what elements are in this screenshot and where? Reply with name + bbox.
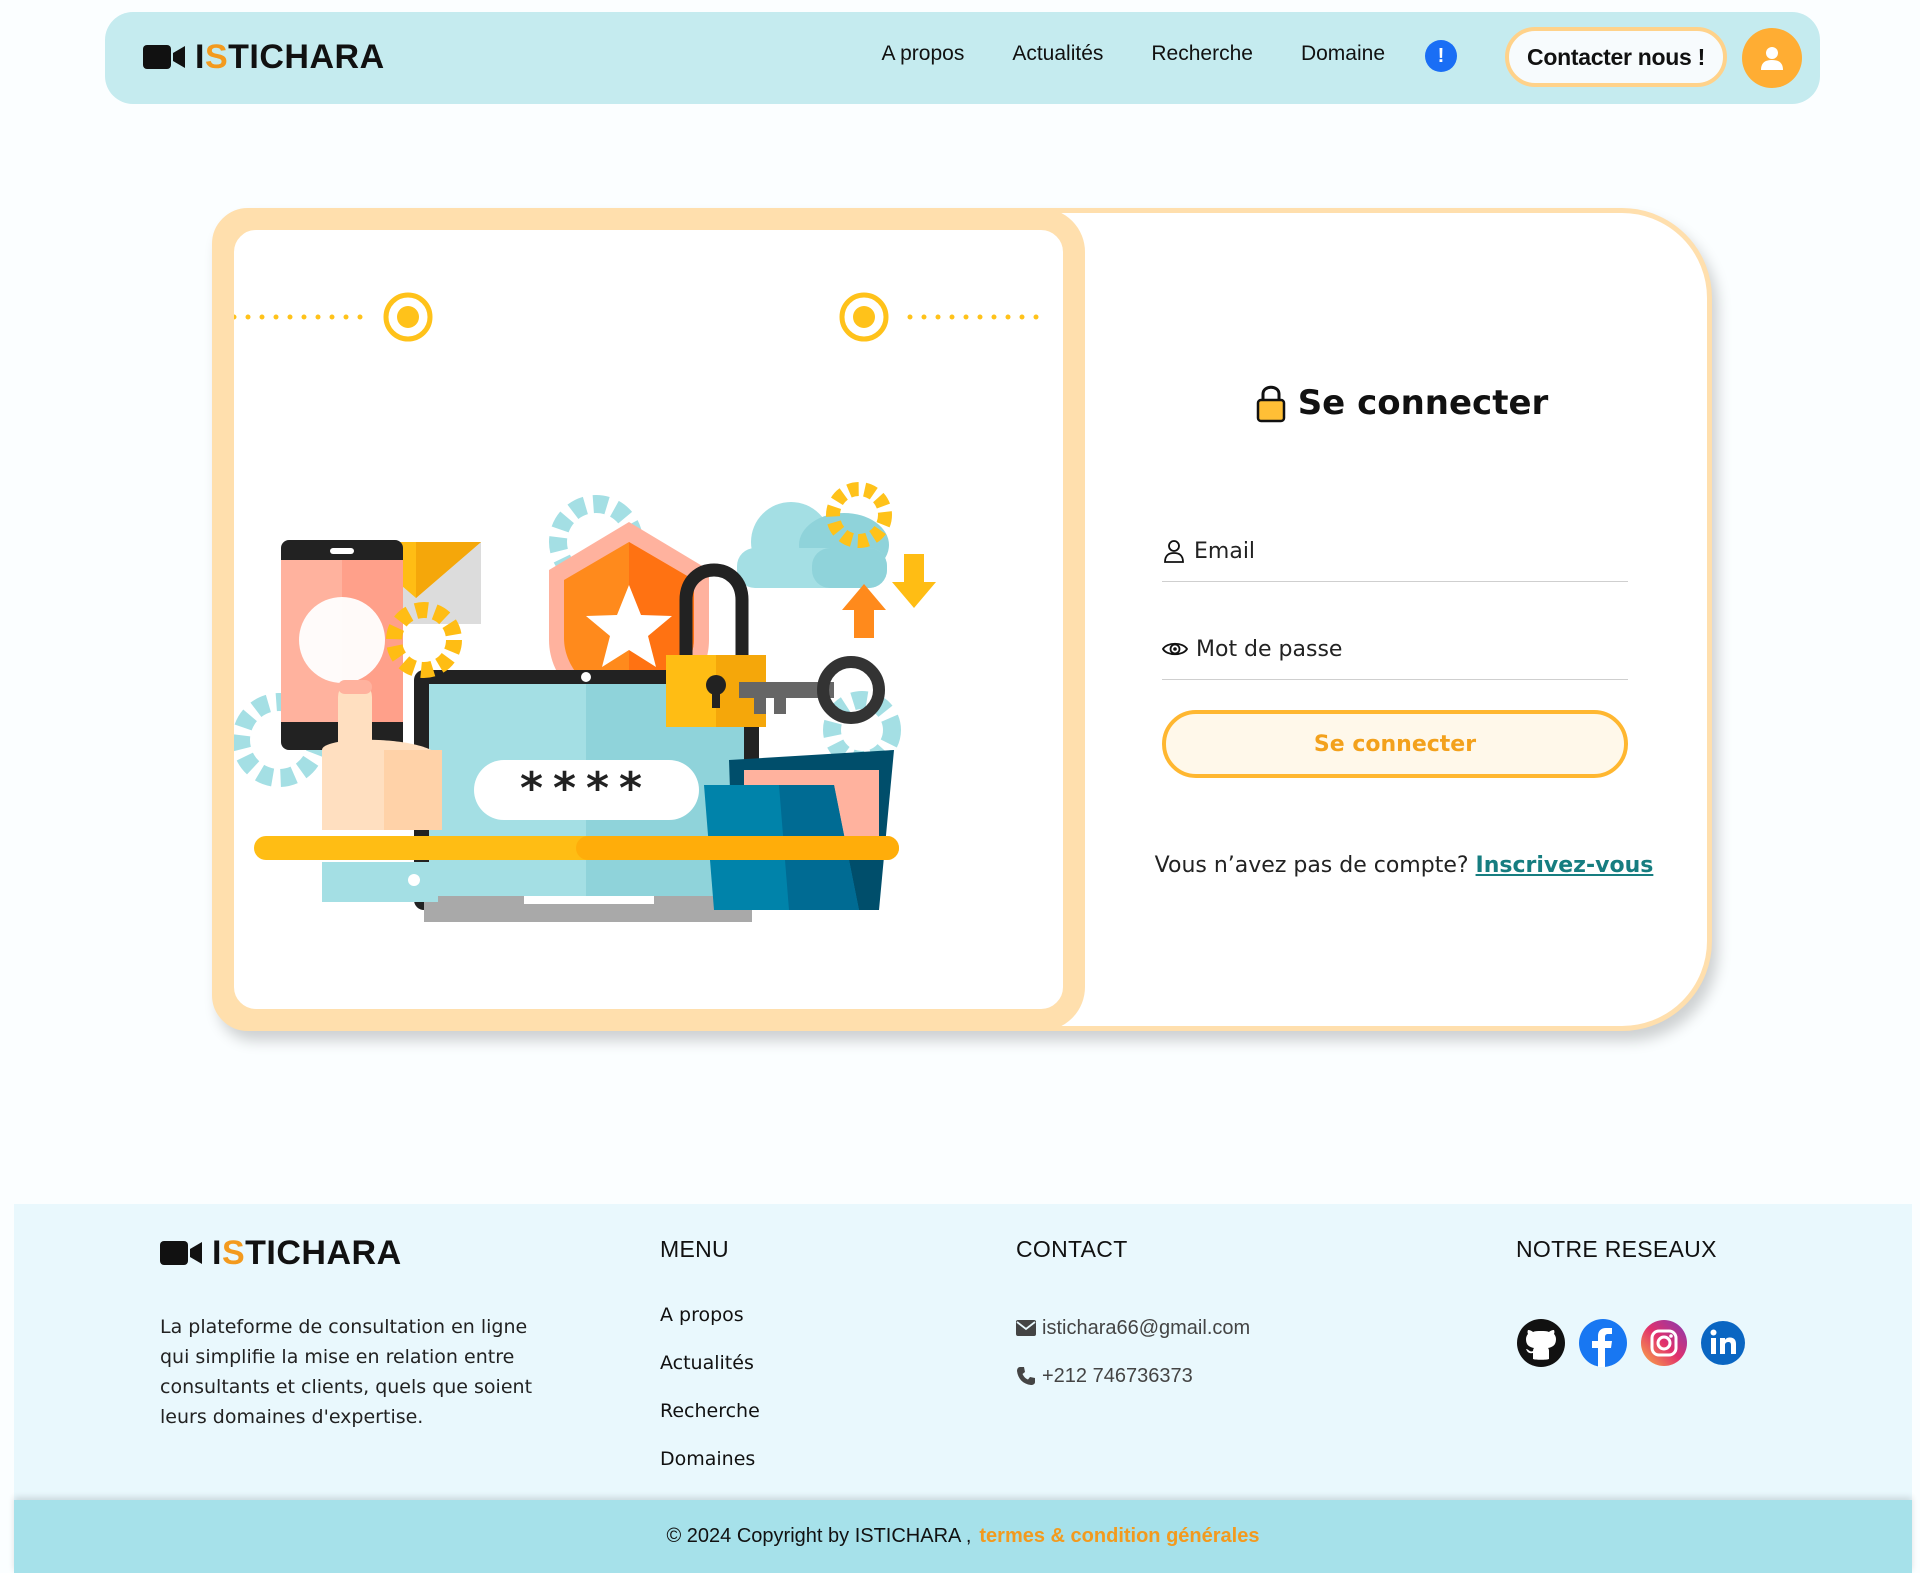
login-submit-button[interactable]: Se connecter xyxy=(1162,710,1628,778)
contact-email: istichara66@gmail.com xyxy=(1042,1316,1251,1339)
lock-icon xyxy=(1256,385,1285,423)
footer-menu: A propos Actualités Recherche Domaines xyxy=(660,1304,760,1496)
security-illustration: **** xyxy=(212,208,1085,1031)
contact-button[interactable]: Contacter nous ! xyxy=(1505,27,1727,87)
footer-description: La plateforme de consultation en ligne q… xyxy=(160,1316,533,1428)
download-arrow-icon xyxy=(892,554,936,608)
user-avatar-button[interactable] xyxy=(1742,28,1802,88)
linkedin-icon[interactable] xyxy=(1700,1320,1746,1366)
footer-link-recherche[interactable]: Recherche xyxy=(660,1400,760,1448)
footer-brand-name: ISTICHARA xyxy=(212,1234,402,1272)
contact-phone: +212 746736373 xyxy=(1042,1364,1193,1387)
email-input[interactable] xyxy=(1192,537,1616,565)
user-icon xyxy=(1761,47,1783,70)
copyright-text: © 2024 Copyright by ISTICHARA , xyxy=(666,1525,972,1547)
login-card: **** Se connecter Email Se connecter Vou… xyxy=(212,208,1712,1031)
nav-link-a-propos[interactable]: A propos xyxy=(881,42,964,66)
github-icon[interactable] xyxy=(1516,1318,1566,1368)
nav-link-actualites[interactable]: Actualités xyxy=(1012,42,1103,66)
footer-contact-heading: CONTACT xyxy=(1016,1236,1128,1262)
dotted-line-right xyxy=(907,314,1039,320)
upload-arrow-icon xyxy=(842,584,886,638)
footer-contact: istichara66@gmail.com +212 746736373 xyxy=(1016,1304,1250,1400)
video-camera-icon xyxy=(160,1241,202,1265)
password-input[interactable] xyxy=(1194,635,1618,663)
footer-link-a-propos[interactable]: A propos xyxy=(660,1304,760,1352)
phone-icon xyxy=(1017,1367,1035,1385)
footer: ISTICHARA La plateforme de consultation … xyxy=(14,1204,1912,1500)
navbar: ISTICHARA A propos Actualités Recherche … xyxy=(105,12,1820,104)
security-illustration-graphic: **** xyxy=(234,292,1039,922)
terms-link[interactable]: termes & condition générales xyxy=(979,1525,1259,1548)
padlock-icon xyxy=(666,563,766,727)
password-stars: **** xyxy=(520,763,652,814)
brand-name: ISTICHARA xyxy=(195,38,385,76)
dotted-line-left xyxy=(234,314,363,320)
facebook-icon[interactable] xyxy=(1578,1318,1628,1368)
instagram-icon[interactable] xyxy=(1640,1319,1688,1367)
nav-link-recherche[interactable]: Recherche xyxy=(1151,42,1253,66)
password-field xyxy=(1162,619,1628,680)
footer-menu-heading: MENU xyxy=(660,1236,729,1262)
brand-logo[interactable]: ISTICHARA xyxy=(143,40,385,74)
social-links xyxy=(1516,1318,1758,1368)
login-title: Se connecter xyxy=(1162,383,1642,423)
contact-phone-row[interactable]: +212 746736373 xyxy=(1016,1352,1250,1400)
login-title-text: Se connecter xyxy=(1297,383,1549,423)
footer-link-actualites[interactable]: Actualités xyxy=(660,1352,760,1400)
signup-prompt-text: Vous n’avez pas de compte? xyxy=(1154,853,1469,878)
video-camera-icon xyxy=(143,45,185,69)
info-icon[interactable]: ! xyxy=(1425,40,1457,72)
nav-links: A propos Actualités Recherche Domaine xyxy=(833,42,1385,66)
envelope-icon xyxy=(1016,1320,1036,1336)
nav-link-domaine[interactable]: Domaine xyxy=(1301,42,1385,66)
copyright-bar: © 2024 Copyright by ISTICHARA , termes &… xyxy=(14,1500,1912,1573)
footer-social-heading: NOTRE RESEAUX xyxy=(1516,1236,1717,1262)
signup-link[interactable]: Inscrivez-vous xyxy=(1476,853,1654,878)
user-icon xyxy=(1164,540,1184,563)
footer-link-domaines[interactable]: Domaines xyxy=(660,1448,760,1496)
footer-brand-logo[interactable]: ISTICHARA xyxy=(160,1236,402,1270)
signup-prompt: Vous n’avez pas de compte? Inscrivez-vou… xyxy=(1154,853,1654,878)
login-form: Se connecter Se connecter Vous n’avez pa… xyxy=(1155,213,1654,1026)
eye-icon[interactable] xyxy=(1162,637,1188,661)
contact-email-row[interactable]: istichara66@gmail.com xyxy=(1016,1304,1250,1352)
folder-icon xyxy=(704,750,894,910)
sleeve-illustration xyxy=(322,862,438,902)
email-field xyxy=(1162,521,1628,582)
